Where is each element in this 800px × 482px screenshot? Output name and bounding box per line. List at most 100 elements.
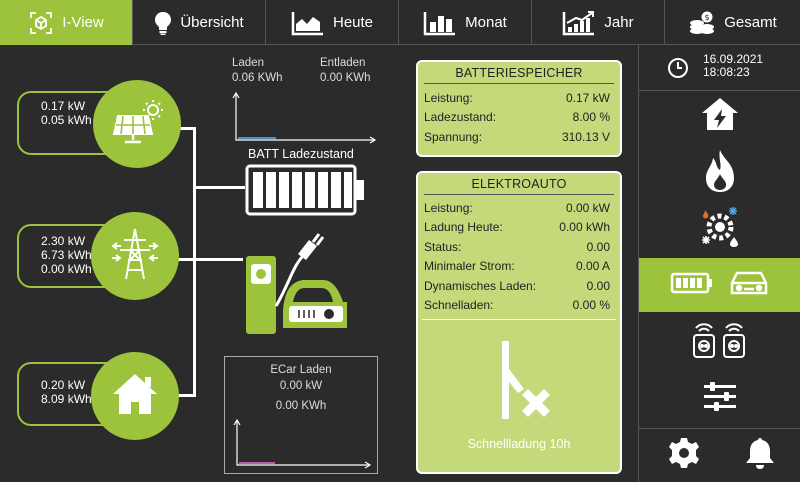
house-node[interactable] <box>91 352 179 440</box>
car-icon <box>728 269 770 302</box>
battery-card-rows: Leistung: 0.17 kW Ladezustand: 8.00 % Span… <box>418 84 620 147</box>
power-pylon-icon <box>108 226 162 287</box>
clock-time: 18:08:23 <box>703 65 750 79</box>
network-icon <box>28 10 54 36</box>
top-navigation: I-View Übersicht Heute Monat Jahr $ Gesa… <box>0 0 800 45</box>
ecar-charging-panel: ECar Laden 0.00 kW 0.00 KWh <box>224 356 378 474</box>
tab-label: Heute <box>332 14 374 31</box>
gear-icon <box>667 436 701 475</box>
row-value: 0.00 % <box>572 298 610 313</box>
house-bolt-icon <box>700 96 740 137</box>
ecar-chart-title: ECar Laden <box>270 364 332 376</box>
battery-card: BATTERIESPEICHER Leistung: 0.17 kW Ladezu… <box>416 60 622 157</box>
row-label: Minimaler Strom: <box>424 259 515 274</box>
sidebar-smart-plugs[interactable] <box>639 317 800 367</box>
wire-battery <box>193 186 245 189</box>
ecar-row-schnelladen: Schnelladen: 0.00 % <box>422 296 616 316</box>
ecar-card-title: ELEKTROAUTO <box>424 173 614 195</box>
tab-label: Monat <box>465 14 507 31</box>
sidebar-controls[interactable] <box>639 373 800 423</box>
wifi-socket-icon <box>690 320 750 365</box>
notifications-button[interactable] <box>719 429 800 482</box>
battery-row-spannung: Spannung: 310.13 V <box>418 127 620 147</box>
row-label: Leistung: <box>424 200 473 215</box>
bell-icon <box>744 436 776 475</box>
lightbulb-icon <box>154 11 172 35</box>
row-value: 0.00 A <box>575 259 610 274</box>
battery-row-ladezustand: Ladezustand: 8.00 % <box>418 108 620 128</box>
flame-icon <box>700 148 740 199</box>
battery-level-icon <box>245 164 364 216</box>
sidebar-climate[interactable] <box>639 205 800 253</box>
pv-node[interactable] <box>93 80 181 168</box>
tab-label: Übersicht <box>180 14 244 31</box>
row-value: 0.00 kW <box>565 200 610 215</box>
house-icon <box>111 372 159 421</box>
row-label: Leistung: <box>424 90 473 105</box>
tab-uebersicht[interactable]: Übersicht <box>133 0 266 45</box>
trend-chart-icon <box>562 10 596 36</box>
sidebar-home-energy[interactable] <box>639 93 800 139</box>
bar-chart-icon <box>423 10 457 36</box>
tab-monat[interactable]: Monat <box>399 0 532 45</box>
battery-caption: BATT Ladezustand <box>248 147 354 161</box>
tab-heute[interactable]: Heute <box>266 0 399 45</box>
wire-bus <box>193 127 196 397</box>
battery-icon <box>670 272 714 299</box>
row-value: 0.00 kWh <box>559 220 610 235</box>
solar-panel-icon <box>108 98 166 151</box>
battery-card-title: BATTERIESPEICHER <box>424 62 614 84</box>
ecar-chart-power: 0.00 kW <box>279 380 323 392</box>
clock-icon <box>667 57 689 84</box>
area-chart-icon <box>291 10 325 36</box>
row-label: Status: <box>424 239 462 254</box>
row-label: Ladezustand: <box>424 110 497 125</box>
ecar-card: ELEKTROAUTO Leistung: 0.00 kW Ladung Heut… <box>416 171 622 474</box>
grid-node[interactable] <box>91 212 179 300</box>
row-value: 0.00 <box>586 239 610 254</box>
battery-row-leistung: Leistung: 0.17 kW <box>418 88 620 108</box>
row-value: 0.17 kW <box>565 90 610 105</box>
fast-charge-icon <box>484 337 554 437</box>
laden-bar <box>238 137 276 139</box>
svg-text:$: $ <box>705 13 710 22</box>
ecar-row-dynamisches-laden: Dynamisches Laden: 0.00 <box>422 276 616 296</box>
entladen-value: 0.00 KWh <box>320 72 371 84</box>
tab-gesamt[interactable]: $ Gesamt <box>665 0 800 45</box>
entladen-label: Entladen <box>320 57 366 69</box>
climate-gear-icon <box>697 204 743 255</box>
fast-charge-button[interactable] <box>418 337 620 437</box>
fast-charge-label: Schnellladung 10h <box>467 437 571 451</box>
ecar-row-leistung: Leistung: 0.00 kW <box>422 198 616 218</box>
settings-button[interactable] <box>639 429 729 482</box>
tab-i-view[interactable]: I-View <box>0 0 133 45</box>
ecar-row-ladung-heute: Ladung Heute: 0.00 kWh <box>422 218 616 238</box>
ecar-chart-energy: 0.00 KWh <box>275 400 327 412</box>
sidebar-battery-car[interactable] <box>639 258 800 312</box>
ecar-card-rows: Leistung: 0.00 kW Ladung Heute: 0.00 kWh S… <box>422 195 616 320</box>
sliders-icon <box>702 380 738 417</box>
laden-value: 0.06 KWh <box>232 72 283 84</box>
ecar-row-status: Status: 0.00 <box>422 237 616 257</box>
tab-label: Jahr <box>604 14 634 31</box>
row-value: 8.00 % <box>572 110 610 125</box>
ecar-charger-icon <box>246 233 347 334</box>
tab-label: I-View <box>62 14 104 31</box>
laden-label: Laden <box>232 57 264 69</box>
row-label: Spannung: <box>424 129 483 144</box>
tab-jahr[interactable]: Jahr <box>532 0 665 45</box>
wire-wallbox <box>193 258 243 261</box>
row-label: Schnelladen: <box>424 298 494 313</box>
ecar-energy-chart <box>233 418 372 469</box>
sidebar: 16.09.2021 18:08:23 <box>638 45 800 482</box>
row-value: 0.00 <box>586 278 610 293</box>
row-label: Ladung Heute: <box>424 220 503 235</box>
sidebar-heating[interactable] <box>639 145 800 201</box>
coins-icon: $ <box>688 10 716 36</box>
row-label: Dynamisches Laden: <box>424 278 537 293</box>
tab-label: Gesamt <box>724 14 777 31</box>
row-value: 310.13 V <box>561 129 610 144</box>
battery-energy-chart <box>232 91 377 144</box>
ecar-bar <box>239 462 275 464</box>
clock-panel: 16.09.2021 18:08:23 <box>639 45 800 91</box>
